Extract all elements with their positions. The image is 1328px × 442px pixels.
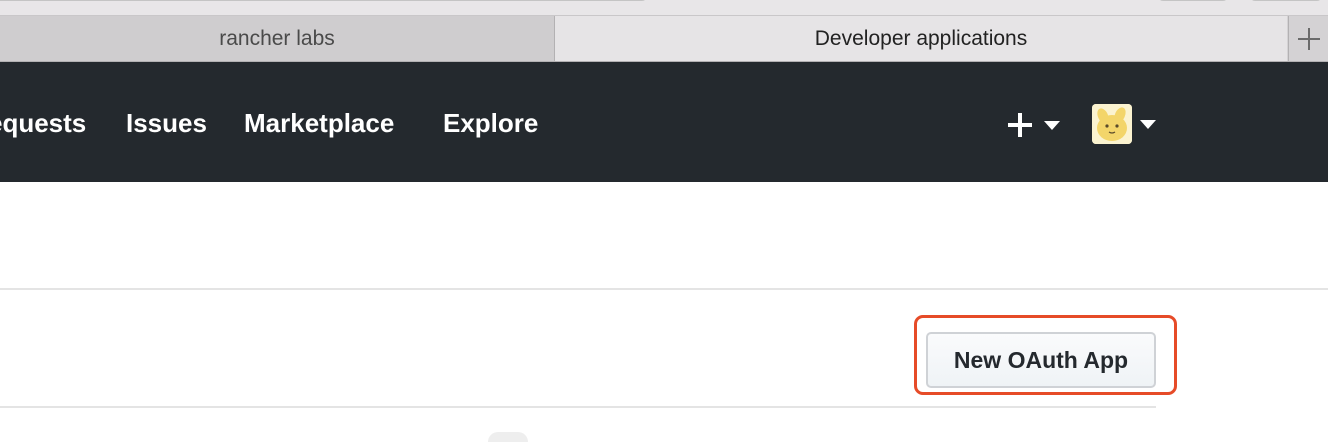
list-divider bbox=[0, 406, 1156, 408]
plus-icon bbox=[1298, 27, 1320, 50]
caret-down-icon bbox=[1044, 121, 1060, 130]
nav-issues[interactable]: Issues bbox=[126, 62, 207, 182]
browser-toolbar-edge bbox=[0, 0, 1328, 16]
nav-pull-requests[interactable]: equests bbox=[0, 62, 86, 182]
plus-icon bbox=[1008, 113, 1032, 137]
list-item-edge bbox=[488, 432, 528, 442]
section-divider bbox=[0, 288, 1328, 290]
new-tab-button[interactable] bbox=[1288, 16, 1328, 61]
nav-marketplace[interactable]: Marketplace bbox=[244, 62, 394, 182]
site-header: equests Issues Marketplace Explore bbox=[0, 62, 1328, 182]
tab-label: rancher labs bbox=[219, 26, 335, 50]
user-avatar-icon bbox=[1092, 104, 1132, 144]
user-menu-dropdown[interactable] bbox=[1092, 104, 1162, 146]
browser-tab-rancher-labs[interactable]: rancher labs bbox=[0, 16, 555, 61]
tab-label: Developer applications bbox=[814, 26, 1028, 50]
nav-explore[interactable]: Explore bbox=[443, 62, 538, 182]
browser-tab-bar: rancher labs Developer applications bbox=[0, 16, 1328, 62]
caret-down-icon bbox=[1140, 120, 1156, 129]
browser-tab-developer-applications[interactable]: Developer applications bbox=[555, 16, 1287, 61]
address-bar-edge bbox=[0, 0, 647, 1]
toolbar-button-edge bbox=[1250, 0, 1322, 1]
avatar bbox=[1092, 104, 1132, 144]
toolbar-button-edge bbox=[1158, 0, 1228, 1]
create-new-dropdown[interactable] bbox=[1006, 110, 1064, 140]
new-oauth-app-button[interactable]: New OAuth App bbox=[926, 332, 1156, 388]
